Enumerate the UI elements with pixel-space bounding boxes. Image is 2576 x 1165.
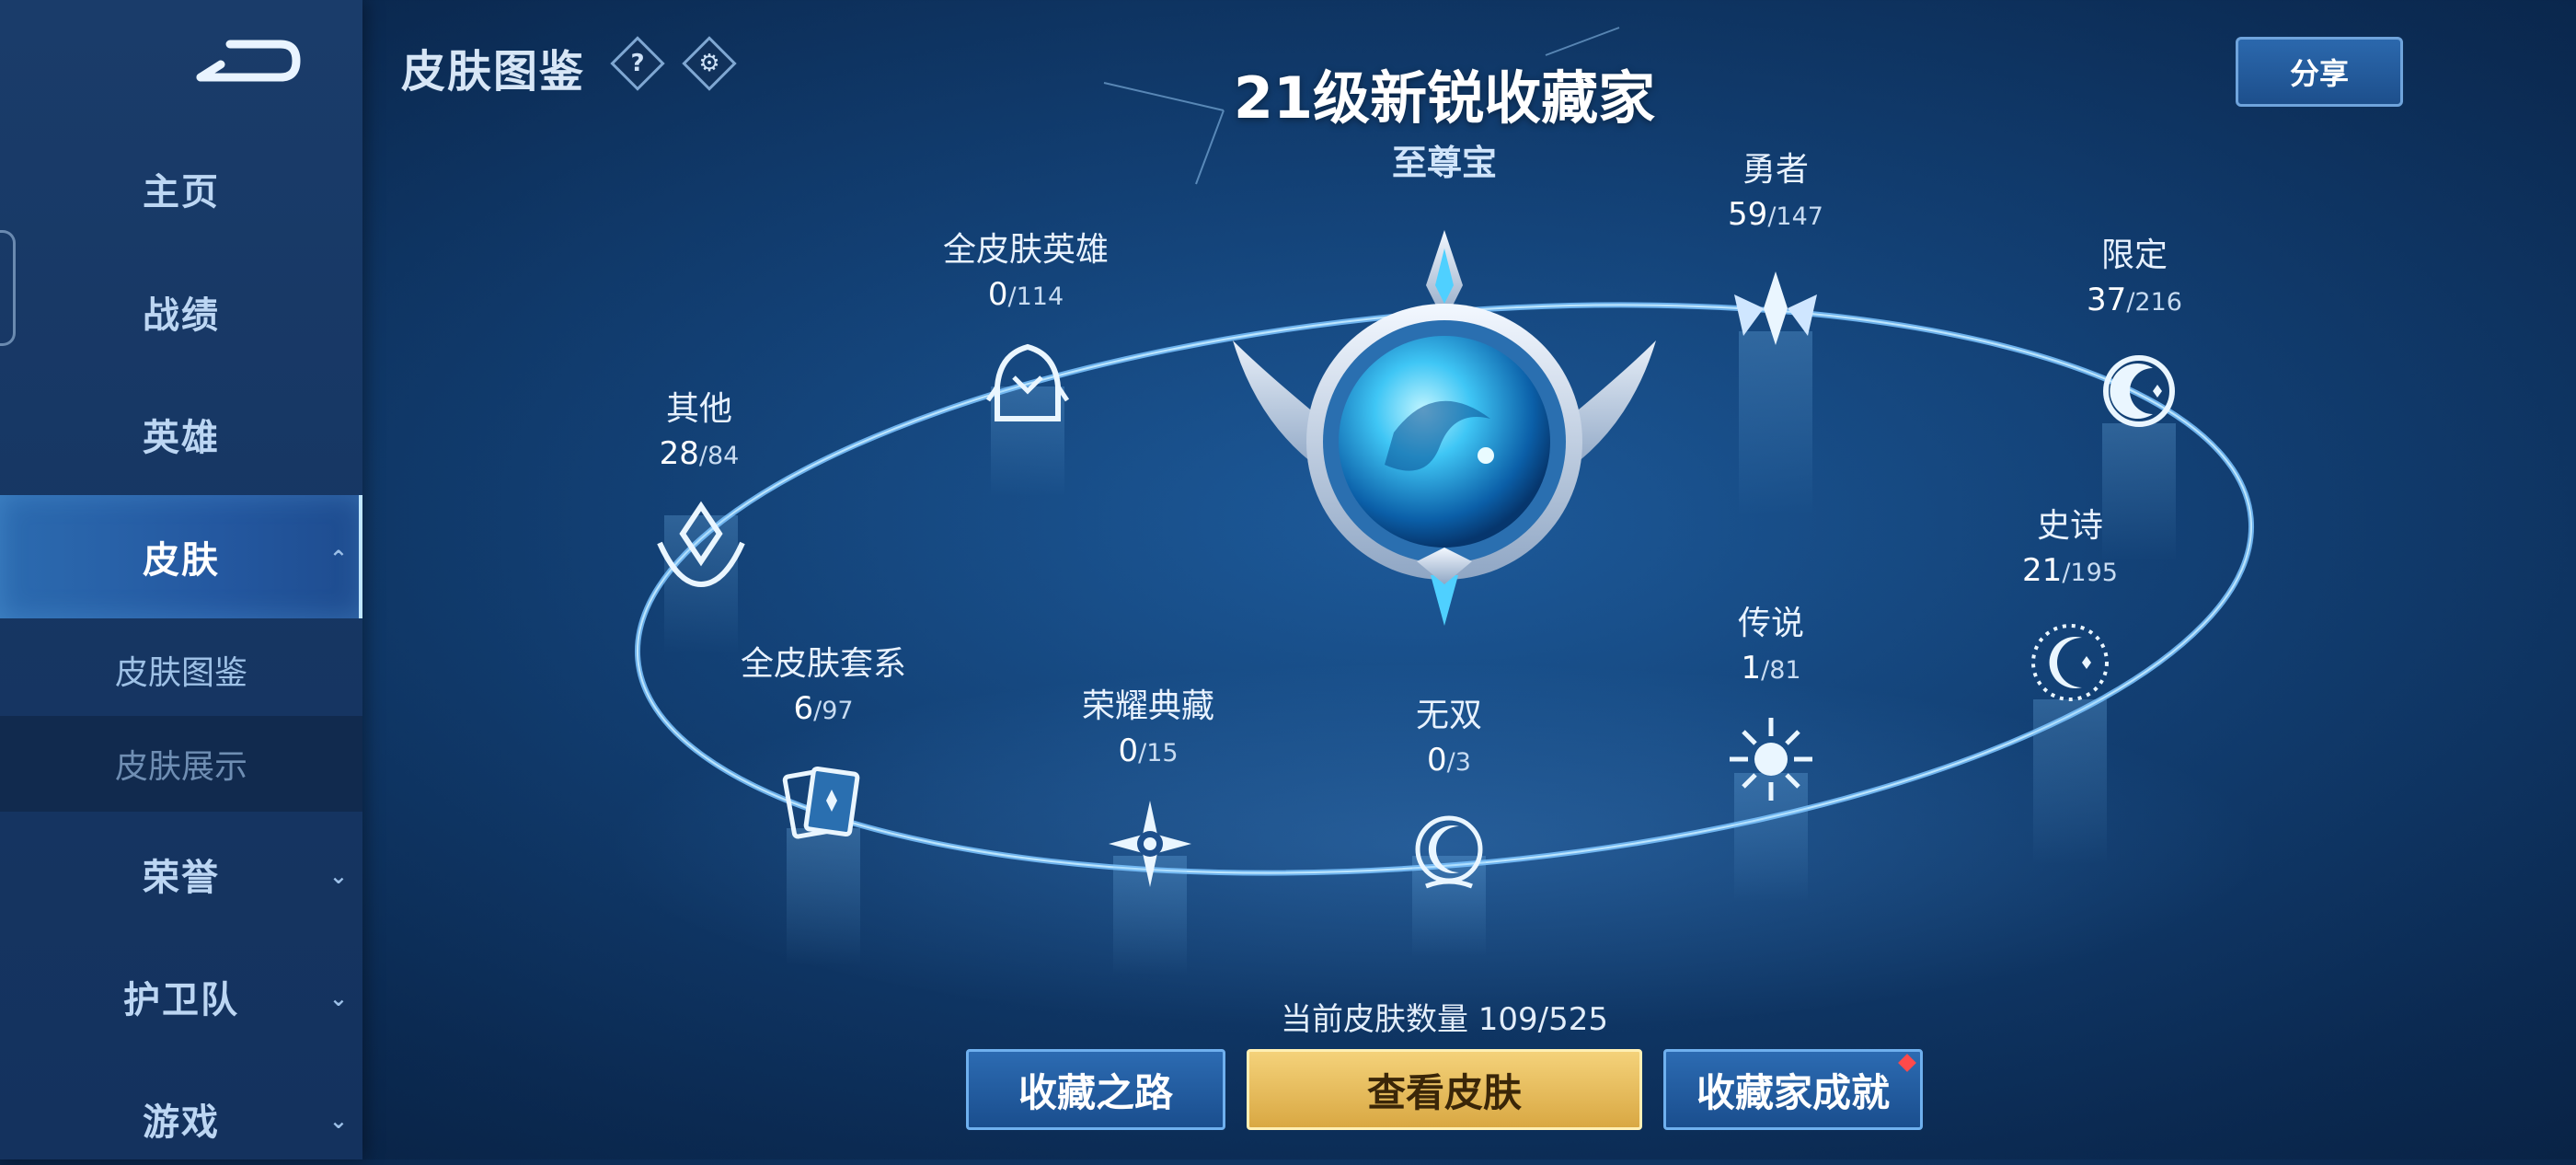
category-unrivaled[interactable]: 无双 0/3 bbox=[1320, 688, 1578, 779]
collection-road-button[interactable]: 收藏之路 bbox=[966, 1049, 1225, 1130]
category-name: 全皮肤英雄 bbox=[942, 231, 1109, 269]
sidebar-item-home[interactable]: 主页 bbox=[0, 143, 362, 235]
chevron-down-icon: ⌄ bbox=[328, 986, 350, 1011]
category-legend-emblem-icon[interactable] bbox=[1720, 709, 1822, 810]
sidebar-item-skins[interactable]: 皮肤 ⌃ bbox=[0, 495, 362, 618]
category-series-emblem-icon[interactable] bbox=[773, 753, 874, 854]
sidebar-item-guard-team[interactable]: 护卫队 ⌄ bbox=[0, 951, 362, 1043]
category-limited[interactable]: 限定 37/216 bbox=[2006, 228, 2263, 318]
settings-button[interactable]: ⚙ bbox=[686, 40, 732, 87]
category-count: 0/3 bbox=[1427, 742, 1471, 779]
sidebar-item-record[interactable]: 战绩 bbox=[0, 266, 362, 358]
sidebar-item-honor[interactable]: 荣誉 ⌄ bbox=[0, 828, 362, 920]
category-brave[interactable]: 勇者 59/147 bbox=[1647, 143, 1904, 233]
category-name: 其他 bbox=[665, 390, 732, 428]
category-epic-emblem-icon[interactable] bbox=[2019, 612, 2121, 713]
sidebar-subitem-skin-display[interactable]: 皮肤展示 bbox=[0, 716, 362, 812]
category-count: 0/15 bbox=[1118, 732, 1179, 769]
category-count: 21/195 bbox=[2022, 552, 2118, 589]
category-other-emblem-icon[interactable] bbox=[650, 497, 752, 598]
skin-count-text: 当前皮肤数量 109/525 bbox=[1280, 1001, 1609, 1038]
category-limited-emblem-icon[interactable] bbox=[2088, 340, 2190, 442]
category-name: 无双 bbox=[1415, 697, 1482, 734]
sidebar-subitem-skin-codex[interactable]: 皮肤图鉴 bbox=[0, 622, 362, 718]
collector-emblem-icon[interactable] bbox=[1224, 221, 1665, 635]
share-button[interactable]: 分享 bbox=[2236, 37, 2403, 107]
help-icon: ? bbox=[630, 50, 645, 77]
category-name: 限定 bbox=[2100, 236, 2168, 274]
category-count: 28/84 bbox=[659, 435, 740, 472]
sidebar-item-label: 英雄 bbox=[143, 417, 220, 459]
category-count: 59/147 bbox=[1728, 196, 1823, 233]
light-pillar bbox=[2033, 699, 2107, 865]
category-brave-emblem-icon[interactable] bbox=[1725, 258, 1826, 359]
sidebar-item-label: 游戏 bbox=[143, 1102, 220, 1144]
category-legend[interactable]: 传说 1/81 bbox=[1642, 596, 1900, 686]
category-count: 1/81 bbox=[1741, 650, 1801, 686]
sidebar-item-label: 主页 bbox=[143, 171, 220, 213]
category-name: 传说 bbox=[1737, 605, 1804, 642]
category-count: 0/114 bbox=[987, 276, 1064, 313]
gear-icon: ⚙ bbox=[698, 50, 720, 77]
help-button[interactable]: ? bbox=[615, 40, 661, 87]
button-label: 收藏家成就 bbox=[1696, 1069, 1890, 1115]
category-name: 全皮肤套系 bbox=[740, 645, 906, 683]
light-pillar bbox=[1739, 331, 1812, 515]
sidebar-item-label: 皮肤图鉴 bbox=[114, 654, 247, 692]
chevron-down-icon: ⌄ bbox=[328, 863, 350, 889]
category-other[interactable]: 其他 28/84 bbox=[570, 382, 828, 472]
category-name: 荣耀典藏 bbox=[1081, 687, 1214, 725]
category-name: 勇者 bbox=[1742, 151, 1809, 189]
sidebar-item-label: 荣誉 bbox=[143, 857, 220, 899]
sidebar-item-label: 战绩 bbox=[143, 294, 220, 337]
category-glory-collection[interactable]: 荣耀典藏 0/15 bbox=[1019, 679, 1277, 769]
category-name: 史诗 bbox=[2036, 507, 2103, 545]
view-skins-button[interactable]: 查看皮肤 bbox=[1247, 1049, 1642, 1130]
sidebar-item-games[interactable]: 游戏 ⌄ bbox=[0, 1073, 362, 1165]
category-heroes-emblem-icon[interactable] bbox=[977, 336, 1078, 437]
sidebar-item-label: 皮肤展示 bbox=[114, 748, 247, 786]
category-all-skin-heroes[interactable]: 全皮肤英雄 0/114 bbox=[897, 223, 1155, 313]
category-glory-emblem-icon[interactable] bbox=[1099, 793, 1201, 894]
category-unrivaled-emblem-icon[interactable] bbox=[1398, 799, 1500, 900]
category-count: 37/216 bbox=[2087, 282, 2182, 318]
sidebar-item-label: 护卫队 bbox=[123, 979, 239, 1021]
collector-level-title: 21级新锐收藏家 bbox=[1233, 64, 1656, 132]
back-arrow-icon[interactable] bbox=[193, 33, 304, 88]
sidebar: 主页 战绩 英雄 皮肤 ⌃ 皮肤图鉴 皮肤展示 荣誉 ⌄ 护卫队 ⌄ 游戏 ⌄ bbox=[0, 0, 362, 1159]
category-count: 6/97 bbox=[793, 690, 854, 727]
collector-rank: 至尊宝 bbox=[1391, 143, 1497, 183]
page-title: 皮肤图鉴 bbox=[401, 46, 586, 98]
category-epic[interactable]: 史诗 21/195 bbox=[1941, 499, 2199, 589]
collector-achievement-button[interactable]: 收藏家成就 bbox=[1663, 1049, 1923, 1130]
sidebar-item-heroes[interactable]: 英雄 bbox=[0, 388, 362, 480]
chevron-up-icon: ⌃ bbox=[328, 546, 350, 571]
chevron-down-icon: ⌄ bbox=[328, 1108, 350, 1134]
sidebar-item-label: 皮肤 bbox=[143, 539, 220, 582]
category-all-skin-series[interactable]: 全皮肤套系 6/97 bbox=[695, 637, 952, 727]
